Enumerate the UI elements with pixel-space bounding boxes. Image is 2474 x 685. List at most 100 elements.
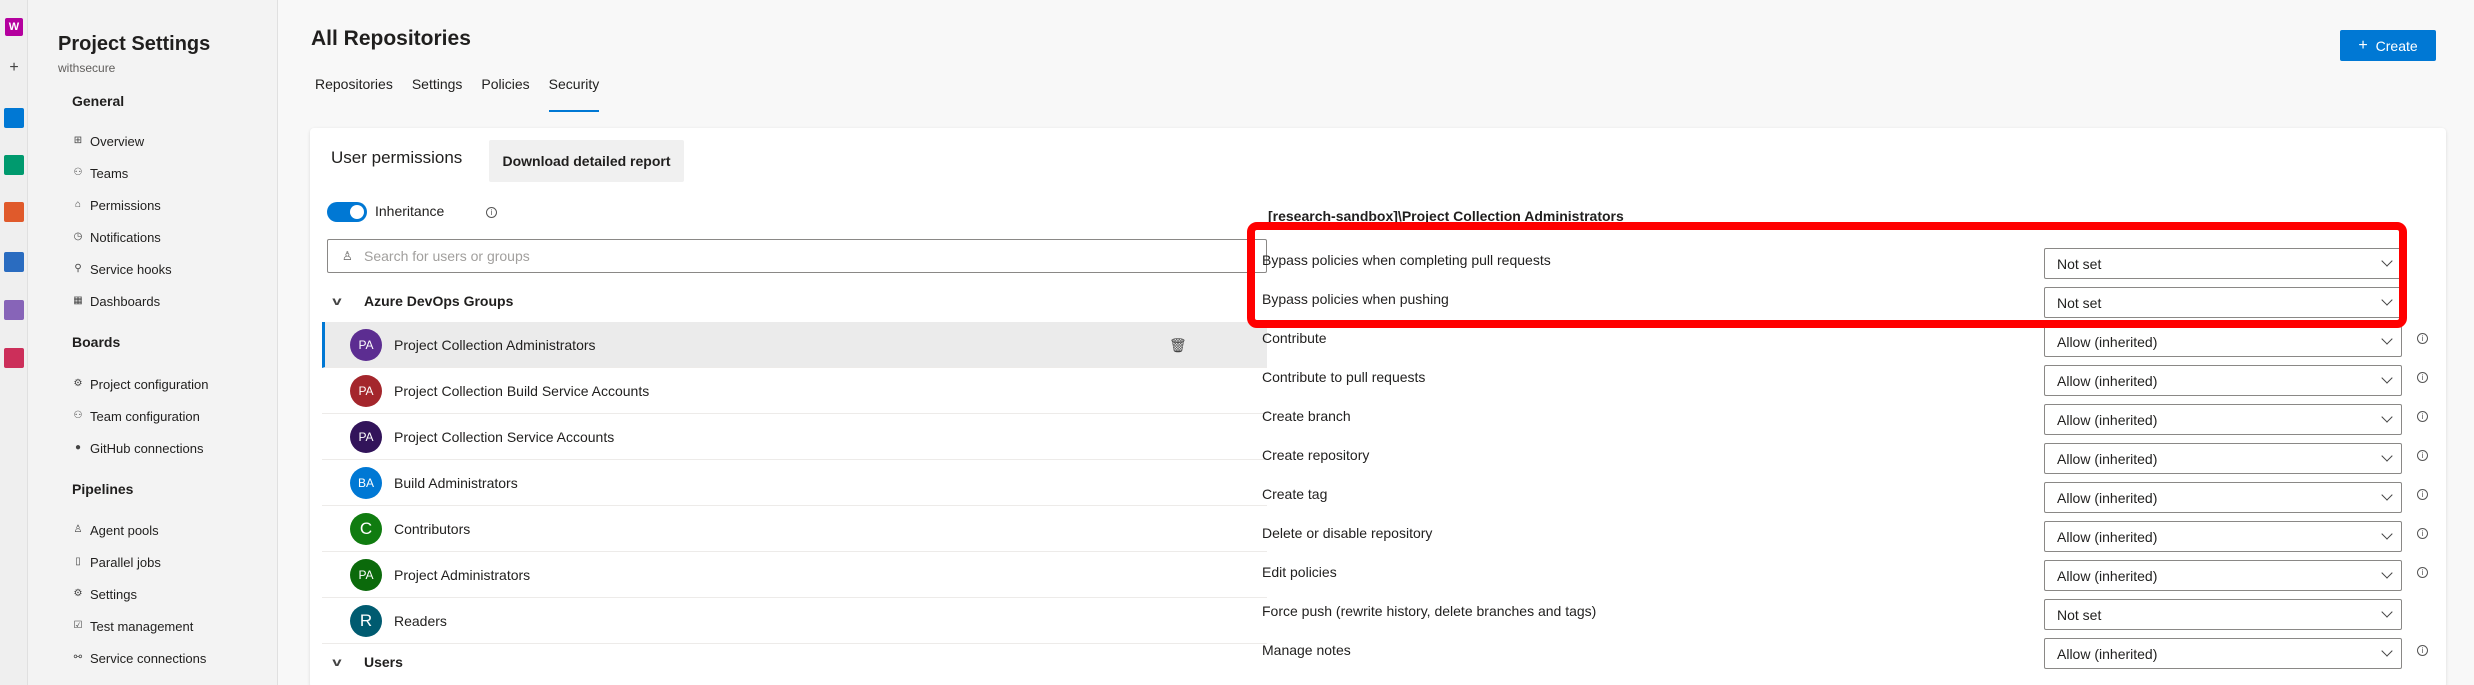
org-avatar[interactable]: W <box>5 18 23 36</box>
tab-policies[interactable]: Policies <box>481 76 529 112</box>
nav-item-permissions[interactable]: ⌂ Permissions <box>72 195 161 215</box>
nav-item-teams[interactable]: ⚇ Teams <box>72 163 129 183</box>
info-icon[interactable]: i <box>2417 528 2428 539</box>
permission-row: Edit policies Allow (inherited) i <box>1262 560 2442 599</box>
tab-security[interactable]: Security <box>548 76 600 112</box>
permission-dropdown[interactable]: Allow (inherited) <box>2044 404 2402 435</box>
permission-row: Force push (rewrite history, delete bran… <box>1262 599 2442 638</box>
permission-dropdown[interactable]: Allow (inherited) <box>2044 443 2402 474</box>
lock-icon: ⌂ <box>74 199 82 210</box>
group-header-azure-devops[interactable]: v Azure DevOps Groups <box>327 283 1267 319</box>
nav-item-dashboards[interactable]: ▦ Dashboards <box>72 291 160 311</box>
permission-value: Allow (inherited) <box>2057 529 2158 545</box>
info-icon[interactable]: i <box>2417 489 2428 500</box>
permission-dropdown[interactable]: Not set <box>2044 248 2402 279</box>
info-icon[interactable]: i <box>2417 411 2428 422</box>
search-users-input[interactable]: ♙ Search for users or groups <box>327 239 1267 273</box>
chevron-down-icon <box>2381 645 2393 657</box>
info-icon[interactable]: i <box>2417 645 2428 656</box>
nav-item-service-hooks[interactable]: ⚲ Service hooks <box>72 259 172 279</box>
create-button-label: Create <box>2375 37 2418 54</box>
avatar: PA <box>350 374 382 407</box>
nav-item-label: Service connections <box>90 650 207 666</box>
tab-bar: Repositories Settings Policies Security <box>315 76 618 112</box>
info-icon[interactable]: i <box>2417 333 2428 344</box>
permission-dropdown[interactable]: Allow (inherited) <box>2044 326 2402 357</box>
nav-item-notifications[interactable]: ◷ Notifications <box>72 227 161 247</box>
permission-value: Allow (inherited) <box>2057 334 2158 350</box>
chevron-down-icon <box>2381 450 2393 462</box>
nav-item-github-connections[interactable]: ● GitHub connections <box>72 438 203 458</box>
permission-value: Not set <box>2057 295 2102 311</box>
nav-item-label: GitHub connections <box>90 440 204 456</box>
trash-icon[interactable]: 🗑 <box>1169 337 1187 354</box>
list-item[interactable]: BA Build Administrators <box>322 460 1267 506</box>
group-header-users[interactable]: v Users <box>327 644 1267 680</box>
boards-icon[interactable] <box>4 155 24 175</box>
tab-settings[interactable]: Settings <box>412 76 463 112</box>
gear-icon: ⚙ <box>73 588 83 599</box>
permission-value: Not set <box>2057 607 2102 623</box>
nav-item-label: Team configuration <box>90 408 200 424</box>
list-item[interactable]: PA Project Collection Administrators 🗑 <box>322 322 1267 368</box>
security-card: User permissions Download detailed repor… <box>310 128 2446 685</box>
nav-item-label: Notifications <box>90 229 161 245</box>
artifacts-icon[interactable] <box>4 348 24 368</box>
repos-icon[interactable] <box>4 202 24 222</box>
nav-item-agent-pools[interactable]: ♙ Agent pools <box>72 520 159 540</box>
permission-value: Allow (inherited) <box>2057 490 2158 506</box>
permission-dropdown[interactable]: Allow (inherited) <box>2044 521 2402 552</box>
project-config-icon: ⚙ <box>73 378 83 389</box>
test-plans-icon[interactable] <box>4 300 24 320</box>
new-project-icon[interactable]: + <box>6 60 22 76</box>
info-icon[interactable]: i <box>2417 372 2428 383</box>
nav-item-project-configuration[interactable]: ⚙ Project configuration <box>72 374 209 394</box>
nav-item-label: Permissions <box>90 197 161 213</box>
nav-item-service-connections[interactable]: ⚯ Service connections <box>72 648 207 668</box>
permission-label: Edit policies <box>1262 564 1337 580</box>
nav-item-label: Service hooks <box>90 261 172 277</box>
permission-dropdown[interactable]: Allow (inherited) <box>2044 365 2402 396</box>
avatar: R <box>350 604 382 637</box>
list-item[interactable]: PA Project Collection Service Accounts <box>322 414 1267 460</box>
overview-icon[interactable] <box>4 108 24 128</box>
nav-item-settings[interactable]: ⚙ Settings <box>72 584 137 604</box>
permission-dropdown[interactable]: Allow (inherited) <box>2044 482 2402 513</box>
chevron-down-icon <box>2381 411 2393 423</box>
permission-value: Allow (inherited) <box>2057 412 2158 428</box>
list-item[interactable]: R Readers <box>322 598 1267 644</box>
tab-repositories[interactable]: Repositories <box>315 76 393 112</box>
nav-item-test-management[interactable]: ☑ Test management <box>72 616 194 636</box>
chevron-down-icon <box>2381 528 2393 540</box>
plus-icon: + <box>2358 36 2368 54</box>
avatar: PA <box>350 328 382 361</box>
info-icon[interactable]: i <box>486 207 497 218</box>
permission-row: Create repository Allow (inherited) i <box>1262 443 2442 482</box>
info-icon[interactable]: i <box>2417 450 2428 461</box>
permission-value: Not set <box>2057 256 2102 272</box>
parallel-jobs-icon: ▯ <box>75 556 81 567</box>
service-hooks-icon: ⚲ <box>74 263 82 274</box>
list-item[interactable]: PA Project Administrators <box>322 552 1267 598</box>
permission-dropdown[interactable]: Allow (inherited) <box>2044 638 2402 669</box>
nav-item-overview[interactable]: ⊞ Overview <box>72 131 144 151</box>
nav-item-label: Test management <box>90 618 194 634</box>
permission-row: Delete or disable repository Allow (inhe… <box>1262 521 2442 560</box>
info-icon[interactable]: i <box>2417 567 2428 578</box>
permission-label: Create branch <box>1262 408 1351 424</box>
nav-item-parallel-jobs[interactable]: ▯ Parallel jobs <box>72 552 161 572</box>
person-icon: ♙ <box>342 249 353 263</box>
list-item[interactable]: PA Project Collection Build Service Acco… <box>322 368 1267 414</box>
inheritance-toggle[interactable] <box>327 202 367 222</box>
create-button[interactable]: + Create <box>2340 30 2436 61</box>
download-report-button[interactable]: Download detailed report <box>489 140 684 182</box>
list-item[interactable]: C Contributors <box>322 506 1267 552</box>
permission-dropdown[interactable]: Allow (inherited) <box>2044 560 2402 591</box>
pipelines-icon[interactable] <box>4 252 24 272</box>
nav-item-team-configuration[interactable]: ⚇ Team configuration <box>72 406 200 426</box>
nav-item-label: Overview <box>90 133 145 149</box>
permission-label: Bypass policies when pushing <box>1262 291 1449 307</box>
permission-dropdown[interactable]: Not set <box>2044 599 2402 630</box>
permission-dropdown[interactable]: Not set <box>2044 287 2402 318</box>
nav-item-label: Agent pools <box>90 522 159 538</box>
